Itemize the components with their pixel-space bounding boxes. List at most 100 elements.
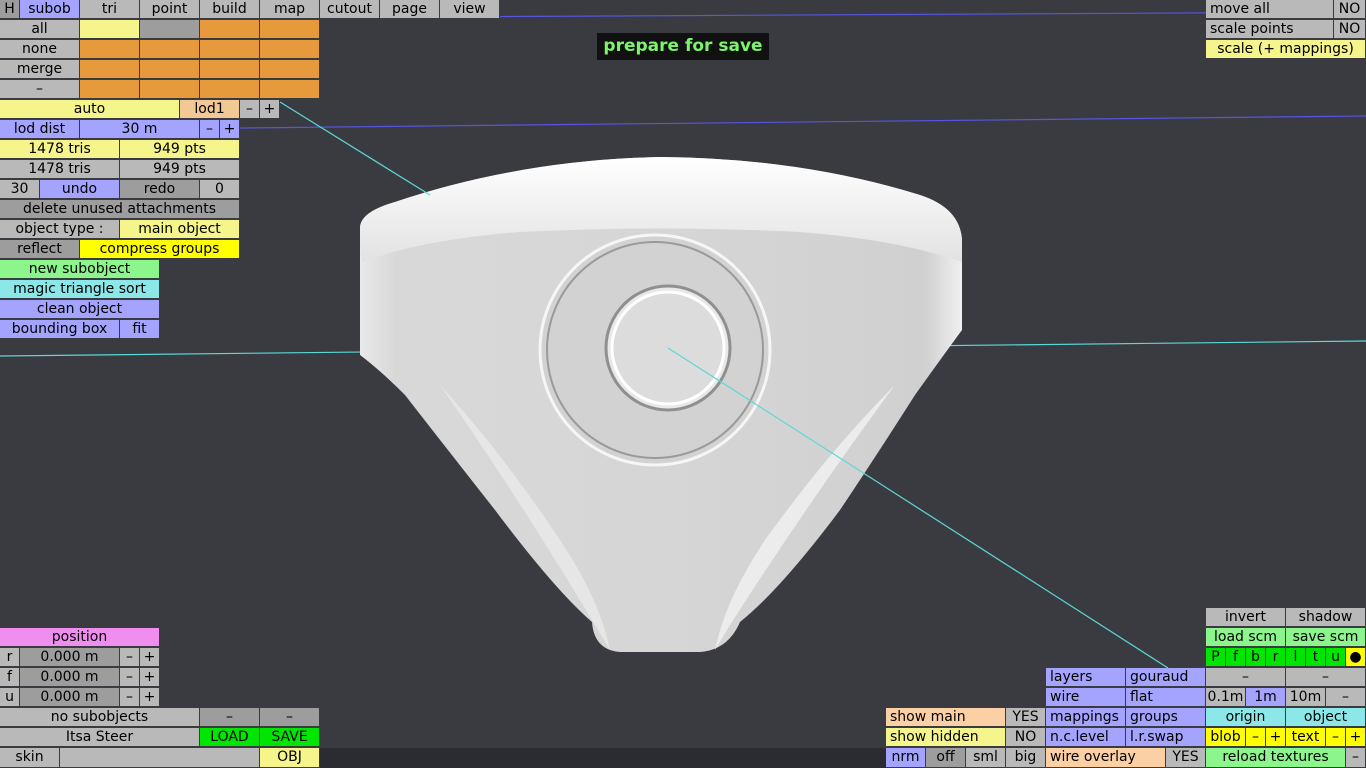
position-f-value[interactable]: 0.000 m	[20, 668, 120, 687]
scale-points-label[interactable]: scale points	[1206, 20, 1334, 39]
origin-button[interactable]: origin	[1206, 708, 1286, 727]
tab-build[interactable]: build	[200, 0, 260, 19]
shadow-button[interactable]: shadow	[1286, 608, 1366, 627]
move-all-label[interactable]: move all	[1206, 0, 1334, 19]
position-u-value[interactable]: 0.000 m	[20, 688, 120, 707]
wire-overlay-toggle[interactable]: YES	[1166, 748, 1206, 768]
scale-points-toggle[interactable]: NO	[1334, 20, 1366, 39]
select-none-button[interactable]: none	[0, 40, 80, 59]
new-subobject-button[interactable]: new subobject	[0, 260, 160, 279]
position-u-plus[interactable]: +	[140, 688, 160, 707]
flat-button[interactable]: flat	[1126, 688, 1206, 707]
tab-page[interactable]: page	[380, 0, 440, 19]
subob-slot[interactable]	[80, 20, 140, 39]
wire-button[interactable]: wire	[1046, 688, 1126, 707]
lod-dist-minus-button[interactable]: –	[200, 120, 220, 139]
move-all-toggle[interactable]: NO	[1334, 0, 1366, 19]
save-scm-button[interactable]: save scm	[1286, 628, 1366, 647]
select-all-button[interactable]: all	[0, 20, 80, 39]
object-type-select[interactable]: main object	[120, 220, 240, 239]
tab-tri[interactable]: tri	[80, 0, 140, 19]
undo-button[interactable]: undo	[40, 180, 120, 199]
subob-slot[interactable]	[140, 40, 200, 59]
view-top-button[interactable]: t	[1306, 648, 1326, 667]
position-r-value[interactable]: 0.000 m	[20, 648, 120, 667]
compress-groups-button[interactable]: compress groups	[80, 240, 240, 259]
lod-plus-button[interactable]: +	[260, 100, 280, 119]
object-button[interactable]: object	[1286, 708, 1366, 727]
fit-button[interactable]: fit	[120, 320, 160, 339]
lod-level-button[interactable]: lod1	[180, 100, 240, 119]
dash-button[interactable]: –	[1206, 668, 1286, 687]
subob-slot[interactable]	[200, 80, 260, 99]
bounding-box-button[interactable]: bounding box	[0, 320, 120, 339]
position-f-plus[interactable]: +	[140, 668, 160, 687]
normals-big-button[interactable]: big	[1006, 748, 1046, 768]
lod-dist-plus-button[interactable]: +	[220, 120, 240, 139]
normals-off-button[interactable]: off	[926, 748, 966, 768]
text-minus-button[interactable]: –	[1326, 728, 1346, 747]
mappings-button[interactable]: mappings	[1046, 708, 1126, 727]
lod-dist-value[interactable]: 30 m	[80, 120, 200, 139]
gouraud-button[interactable]: gouraud	[1126, 668, 1206, 687]
load-scm-button[interactable]: load scm	[1206, 628, 1286, 647]
view-under-button[interactable]: u	[1326, 648, 1346, 667]
delete-unused-attachments-button[interactable]: delete unused attachments	[0, 200, 240, 219]
view-dot-icon[interactable]: ●	[1346, 648, 1366, 667]
subobject-dash-button[interactable]: –	[260, 708, 320, 727]
lr-swap-button[interactable]: l.r.swap	[1126, 728, 1206, 747]
blob-plus-button[interactable]: +	[1266, 728, 1286, 747]
prepare-for-save-banner[interactable]: prepare for save	[597, 33, 769, 60]
subob-slot[interactable]	[200, 40, 260, 59]
subob-slot[interactable]	[80, 40, 140, 59]
skin-field[interactable]	[60, 748, 260, 768]
save-button[interactable]: SAVE	[260, 728, 320, 747]
subob-slot[interactable]	[80, 80, 140, 99]
subob-slot[interactable]	[260, 80, 320, 99]
tab-subob[interactable]: subob	[20, 0, 80, 19]
view-perspective-button[interactable]: P	[1206, 648, 1226, 667]
tab-point[interactable]: point	[140, 0, 200, 19]
show-main-toggle[interactable]: YES	[1006, 708, 1046, 727]
reload-dash-button[interactable]: –	[1346, 748, 1366, 768]
wire-overlay-label[interactable]: wire overlay	[1046, 748, 1166, 768]
invert-button[interactable]: invert	[1206, 608, 1286, 627]
subob-slot[interactable]	[260, 60, 320, 79]
show-main-label[interactable]: show main	[886, 708, 1006, 727]
subob-slot[interactable]	[140, 80, 200, 99]
tab-map[interactable]: map	[260, 0, 320, 19]
tab-h[interactable]: H	[0, 0, 20, 19]
subob-slot[interactable]	[260, 40, 320, 59]
step-dash-button[interactable]: –	[1326, 688, 1366, 707]
subob-slot[interactable]	[260, 20, 320, 39]
layers-button[interactable]: layers	[1046, 668, 1126, 687]
show-hidden-label[interactable]: show hidden	[886, 728, 1006, 747]
view-right-button[interactable]: r	[1266, 648, 1286, 667]
reflect-button[interactable]: reflect	[0, 240, 80, 259]
step-10m-button[interactable]: 10m	[1286, 688, 1326, 707]
obj-button[interactable]: OBJ	[260, 748, 320, 768]
position-f-minus[interactable]: –	[120, 668, 140, 687]
normals-nrm-button[interactable]: nrm	[886, 748, 926, 768]
show-hidden-toggle[interactable]: NO	[1006, 728, 1046, 747]
blob-minus-button[interactable]: –	[1246, 728, 1266, 747]
nc-level-button[interactable]: n.c.level	[1046, 728, 1126, 747]
groups-button[interactable]: groups	[1126, 708, 1206, 727]
position-u-minus[interactable]: –	[120, 688, 140, 707]
view-front-button[interactable]: f	[1226, 648, 1246, 667]
subob-slot[interactable]	[80, 60, 140, 79]
tab-cutout[interactable]: cutout	[320, 0, 380, 19]
subob-dash-button[interactable]: –	[0, 80, 80, 99]
text-plus-button[interactable]: +	[1346, 728, 1366, 747]
view-left-button[interactable]: l	[1286, 648, 1306, 667]
view-back-button[interactable]: b	[1246, 648, 1266, 667]
step-1m-button[interactable]: 1m	[1246, 688, 1286, 707]
subob-slot[interactable]	[200, 60, 260, 79]
subob-slot[interactable]	[140, 20, 200, 39]
dash-button[interactable]: –	[1286, 668, 1366, 687]
scale-mappings-button[interactable]: scale (+ mappings)	[1206, 40, 1366, 59]
reload-textures-button[interactable]: reload textures	[1206, 748, 1346, 768]
subobject-dash-button[interactable]: –	[200, 708, 260, 727]
magic-triangle-sort-button[interactable]: magic triangle sort	[0, 280, 160, 299]
position-header[interactable]: position	[0, 628, 160, 647]
